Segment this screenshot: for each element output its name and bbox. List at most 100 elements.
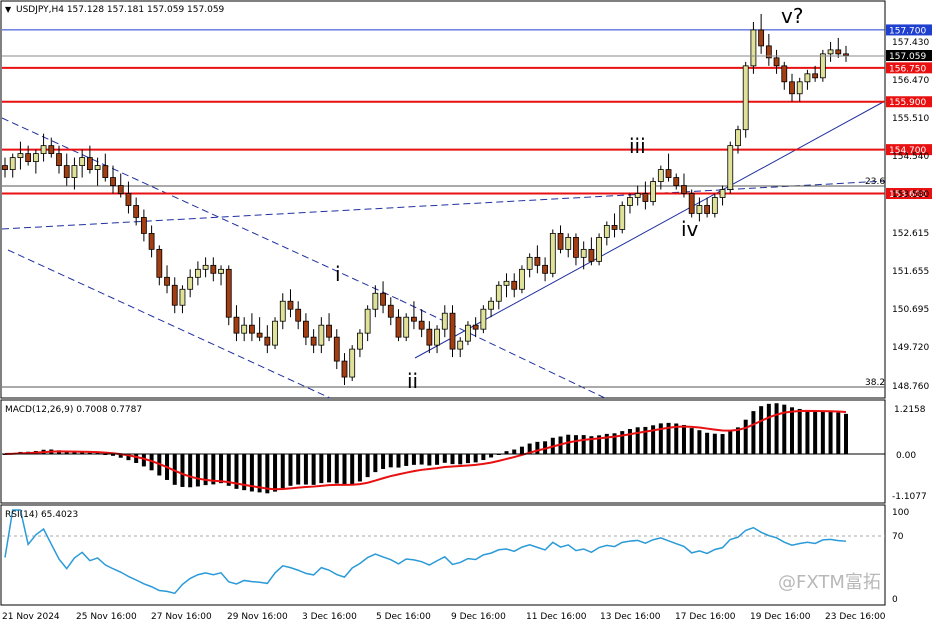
x-tick: 3 Dec 16:00 <box>302 612 357 622</box>
macd-y-tick: -1.1077 <box>892 492 927 502</box>
fib-label-382: 38.2 <box>865 378 885 388</box>
candle-body <box>225 268 232 318</box>
macd-bar <box>581 435 586 454</box>
x-tick: 11 Dec 16:00 <box>526 612 587 622</box>
macd-bar <box>219 454 224 484</box>
macd-bar <box>813 411 818 454</box>
macd-bar <box>396 454 401 468</box>
candle-body <box>742 65 749 131</box>
candle-body <box>40 145 47 155</box>
candle-body <box>735 129 741 147</box>
macd-bar <box>327 454 332 483</box>
candle-body <box>210 264 217 274</box>
macd-bar <box>820 411 825 454</box>
macd-bar <box>735 427 740 454</box>
macd-bar <box>519 446 524 454</box>
x-tick: 25 Nov 16:00 <box>76 612 137 622</box>
candle-body <box>812 73 819 79</box>
candle-body <box>642 193 649 202</box>
x-tick: 17 Dec 16:00 <box>675 612 736 622</box>
candle-body <box>326 324 332 338</box>
candle-body <box>333 336 340 362</box>
candle-body <box>117 185 124 194</box>
candle-body <box>773 57 780 67</box>
macd-bar <box>844 413 848 454</box>
candle-body <box>657 169 664 182</box>
macd-bar <box>566 434 571 454</box>
y-tick: 154.540 <box>892 152 929 162</box>
candle-body <box>603 225 610 238</box>
candle-body <box>164 276 170 286</box>
candle-body <box>194 268 201 278</box>
macd-bar <box>766 403 771 454</box>
candle-body <box>63 165 70 178</box>
macd-bar <box>697 430 702 454</box>
candle-body <box>156 248 163 278</box>
candle-body <box>611 225 618 230</box>
candles <box>2 13 849 386</box>
macd-bar <box>751 411 756 454</box>
macd-bar <box>712 433 717 454</box>
macd-bar <box>134 454 139 463</box>
rsi-y-tick: 0 <box>892 595 898 605</box>
y-tick: 152.615 <box>892 229 929 239</box>
candle-body <box>480 308 487 330</box>
fib-label-236: 23.6 <box>865 177 885 187</box>
candle-body <box>372 292 379 310</box>
macd-bar <box>774 403 779 454</box>
candle-body <box>789 81 795 95</box>
y-tick: 148.760 <box>892 382 929 392</box>
candle-body <box>2 165 8 170</box>
candle-body <box>411 316 417 322</box>
price-level-label: 157.700 <box>889 26 926 36</box>
candle-body <box>441 312 448 330</box>
macd-bar <box>635 427 640 454</box>
fib-dashed-line <box>1 180 886 230</box>
candle-body <box>310 336 317 346</box>
macd-bar <box>512 449 517 454</box>
macd-bar <box>705 432 710 454</box>
rsi-panel-frame <box>0 504 886 606</box>
watermark-logo: @FXTM富拓 <box>778 572 881 593</box>
rsi-y-tick: 100 <box>892 508 909 518</box>
candle-body <box>125 193 132 206</box>
macd-bar <box>689 428 694 454</box>
candle-body <box>295 308 302 322</box>
candle-body <box>503 280 510 286</box>
candle-body <box>835 49 842 55</box>
rsi-y-tick: 70 <box>892 532 904 542</box>
macd-bar <box>381 454 386 469</box>
candle-body <box>279 300 286 322</box>
candle-body <box>303 320 309 338</box>
candle-body <box>704 205 711 214</box>
macd-bar <box>836 412 841 454</box>
macd-bar <box>828 411 833 454</box>
price-level-label: 155.900 <box>889 98 926 108</box>
wave-label-ii: ii <box>407 369 418 393</box>
x-tick: 19 Dec 16:00 <box>750 612 811 622</box>
candle-body <box>94 165 101 170</box>
macd-bar <box>728 430 733 454</box>
candle-body <box>426 328 433 346</box>
candle-body <box>573 237 579 258</box>
x-tick: 5 Dec 16:00 <box>376 612 431 622</box>
x-tick: 27 Nov 16:00 <box>151 612 212 622</box>
chart-title: USDJPY,H4 157.128 157.181 157.059 157.05… <box>16 5 225 15</box>
candle-body <box>596 237 603 262</box>
y-tick: 156.470 <box>892 76 929 86</box>
macd-bar <box>296 454 301 485</box>
macd-bar <box>404 454 409 466</box>
macd-bar <box>388 454 393 468</box>
candle-body <box>364 308 371 334</box>
candle-body <box>673 177 680 186</box>
candle-body <box>148 233 155 250</box>
symbol-dropdown-icon[interactable]: ▼ <box>5 5 12 14</box>
candle-body <box>580 248 587 258</box>
x-tick: 23 Dec 16:00 <box>825 612 886 622</box>
candle-body <box>48 145 55 155</box>
current-price-text: 157.059 <box>889 52 926 62</box>
macd-bar <box>481 454 486 461</box>
macd-bar <box>195 454 200 487</box>
candle-body <box>565 237 572 250</box>
macd-bar <box>311 454 316 485</box>
